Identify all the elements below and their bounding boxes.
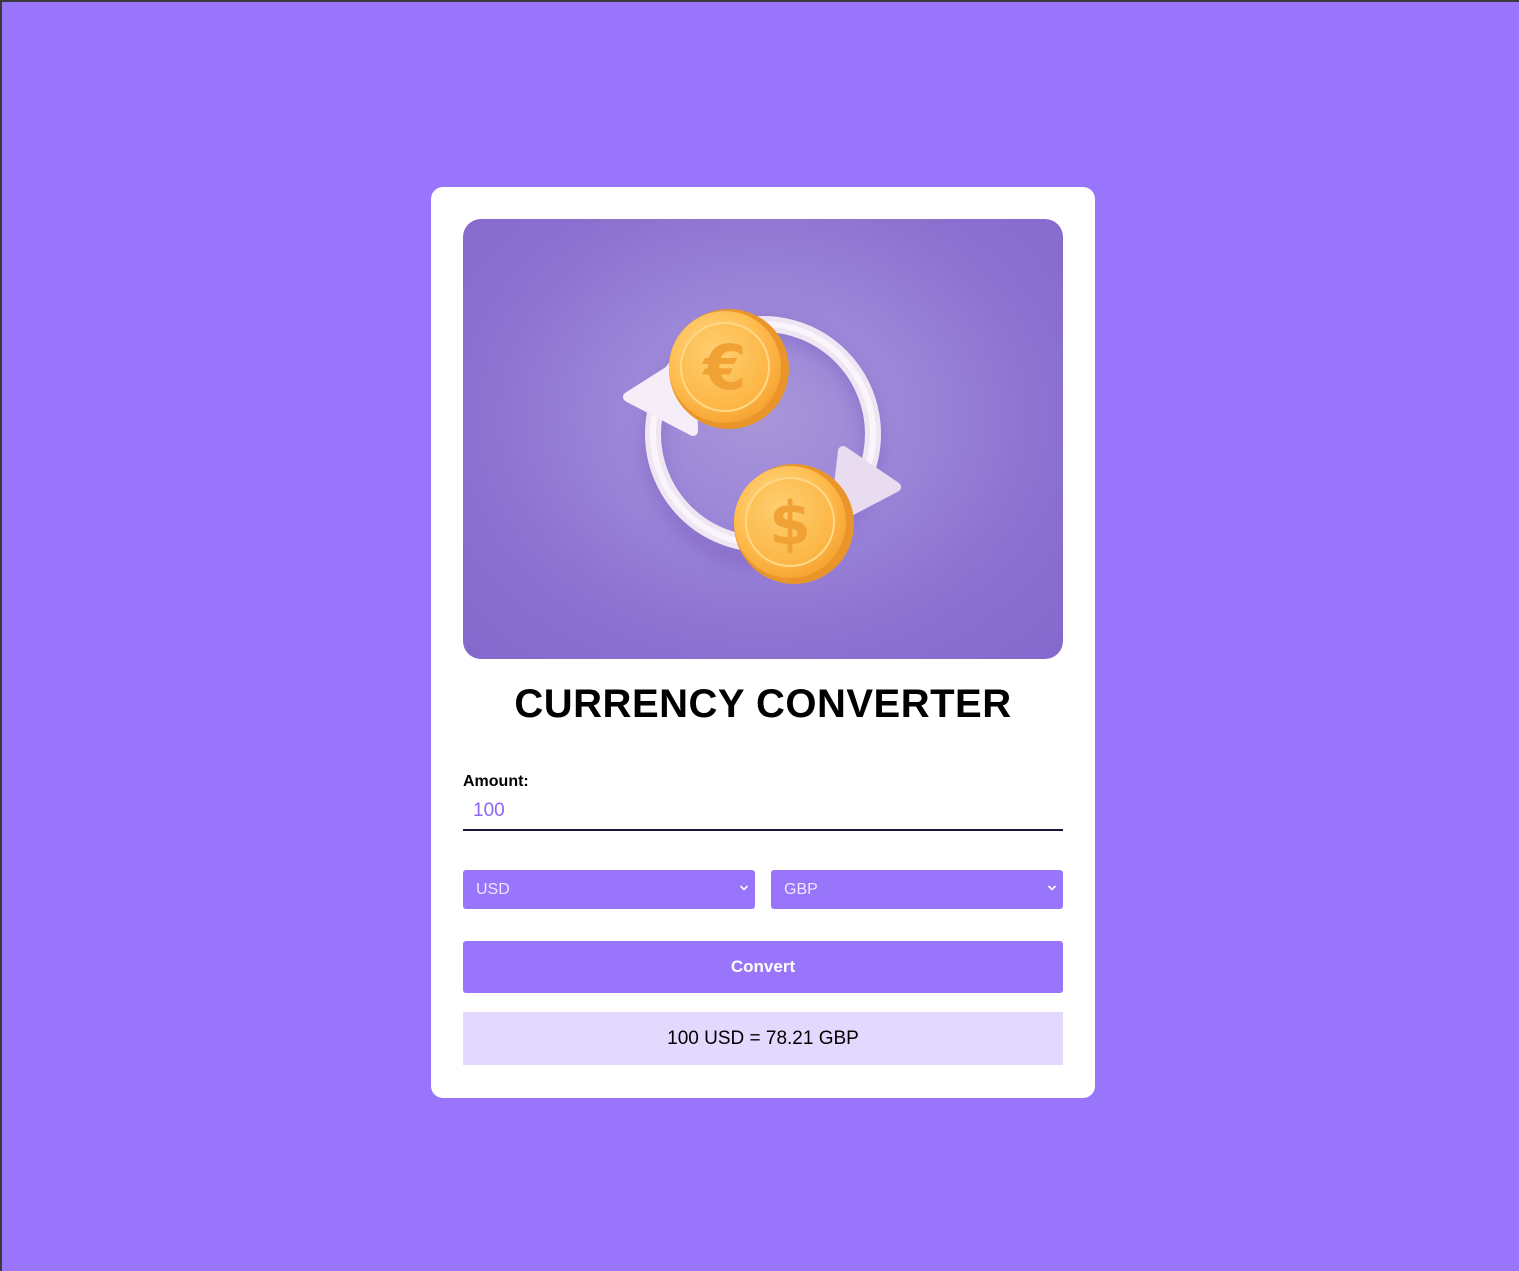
currency-exchange-icon: € $ bbox=[623, 309, 901, 584]
page-title: CURRENCY CONVERTER bbox=[514, 682, 1012, 726]
svg-text:€: € bbox=[701, 331, 746, 404]
conversion-result: 100 USD = 78.21 GBP bbox=[463, 1012, 1063, 1065]
from-currency-value: USD bbox=[476, 880, 510, 898]
euro-coin-icon: € bbox=[669, 309, 789, 429]
svg-text:$: $ bbox=[769, 489, 811, 559]
chevron-down-icon bbox=[1048, 885, 1056, 891]
amount-label: Amount: bbox=[463, 773, 529, 790]
from-currency-select[interactable]: USD bbox=[463, 870, 755, 909]
to-currency-select[interactable]: GBP bbox=[771, 870, 1063, 909]
hero-image: € $ bbox=[463, 219, 1063, 659]
converter-card: € $ CURRENCY CONVERTER Amount: USD GBP bbox=[431, 187, 1095, 1098]
chevron-down-icon bbox=[740, 885, 748, 891]
dollar-coin-icon: $ bbox=[734, 464, 854, 584]
to-currency-value: GBP bbox=[784, 880, 818, 898]
convert-button[interactable]: Convert bbox=[463, 941, 1063, 993]
currency-selects: USD GBP bbox=[463, 870, 1063, 909]
amount-input[interactable] bbox=[463, 793, 1063, 831]
